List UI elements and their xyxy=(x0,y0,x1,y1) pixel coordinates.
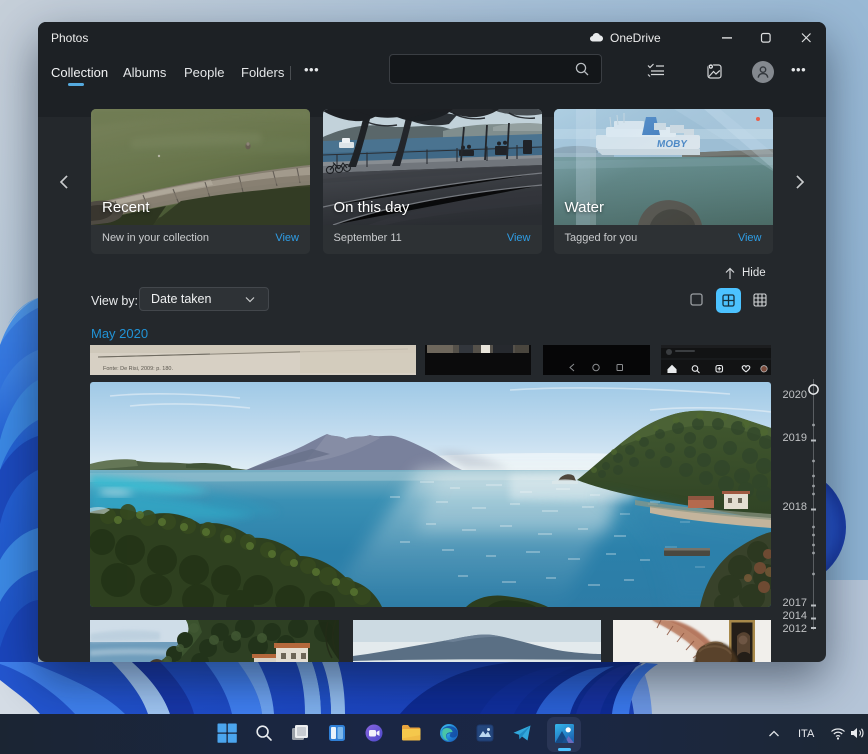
svg-text:Fonte: De Risi, 2009: p. 180.: Fonte: De Risi, 2009: p. 180. xyxy=(103,366,173,372)
